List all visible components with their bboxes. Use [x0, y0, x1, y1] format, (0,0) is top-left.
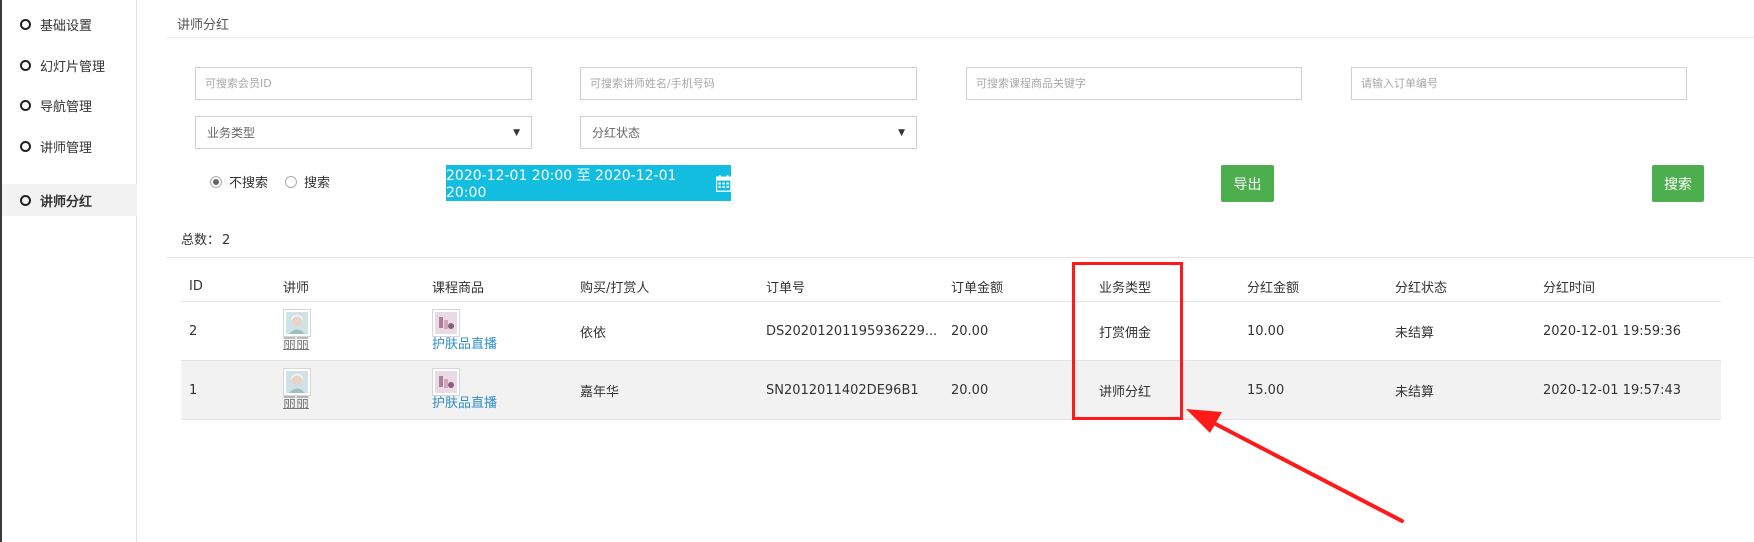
col-order-no: 订单号 [766, 281, 806, 296]
course-thumbnail[interactable] [432, 309, 460, 337]
row-id: 2 [189, 323, 198, 339]
order-no-cell: DS20201201195936229... [766, 323, 936, 339]
order-number-input[interactable] [1351, 67, 1687, 100]
export-button[interactable]: 导出 [1221, 165, 1274, 202]
caret-down-icon: ▼ [513, 127, 520, 138]
circle-icon [20, 194, 31, 206]
total-label: 总数： [181, 233, 221, 248]
buyer-cell: 嘉年华 [580, 384, 620, 400]
radio-search[interactable]: 搜索 [285, 172, 330, 191]
teacher-cell: 丽丽 [283, 302, 311, 360]
sidebar-item-label: 讲师分红 [40, 194, 93, 210]
radio-search-label: 搜索 [304, 176, 331, 191]
sidebar-item-label: 基础设置 [40, 18, 93, 34]
avatar-image-icon [286, 371, 308, 393]
sidebar-item-teacher-dividend[interactable]: 讲师分红 [2, 184, 137, 216]
col-teacher: 讲师 [283, 281, 310, 296]
product-image-icon [435, 371, 457, 393]
course-thumbnail[interactable] [432, 368, 460, 396]
time-cell: 2020-12-01 19:57:43 [1543, 382, 1682, 398]
radio-no-search[interactable]: 不搜索 [210, 172, 268, 191]
radio-checked-icon [210, 175, 222, 188]
dividend-cell: 15.00 [1247, 382, 1285, 398]
course-cell: 护肤品直播 [432, 361, 497, 419]
buyer-cell: 依依 [580, 325, 607, 341]
teacher-avatar[interactable] [283, 368, 311, 396]
course-cell: 护肤品直播 [432, 302, 497, 360]
teacher-cell: 丽丽 [283, 361, 311, 419]
dividend-cell: 10.00 [1247, 323, 1285, 339]
amount-cell: 20.00 [951, 323, 989, 339]
order-no-cell: SN2012011402DE96B1 [766, 382, 919, 398]
col-business-type: 业务类型 [1099, 281, 1152, 296]
col-dividend: 分红金额 [1247, 281, 1300, 296]
status-cell: 未结算 [1395, 325, 1435, 341]
course-link[interactable]: 护肤品直播 [432, 337, 497, 353]
col-time: 分红时间 [1543, 281, 1596, 296]
sidebar-item-slides[interactable]: 幻灯片管理 [2, 49, 137, 81]
amount-cell: 20.00 [951, 382, 989, 398]
dividend-status-value: 分红状态 [592, 126, 641, 140]
total-count: 总数： 2 [181, 229, 230, 248]
teacher-name[interactable]: 丽丽 [283, 337, 309, 353]
page-title: 讲师分红 [177, 18, 230, 33]
course-search-input[interactable] [966, 67, 1302, 100]
sidebar: 基础设置 幻灯片管理 导航管理 讲师管理 讲师分红 [0, 0, 137, 542]
sidebar-item-label: 讲师管理 [40, 140, 93, 156]
calendar-icon [715, 174, 731, 192]
table-header: ID 讲师 课程商品 购买/打赏人 订单号 订单金额 业务类型 分红金额 分红状… [181, 272, 1721, 302]
search-button[interactable]: 搜索 [1652, 165, 1704, 202]
summary-divider [166, 257, 1754, 258]
title-divider [166, 37, 1754, 38]
time-cell: 2020-12-01 19:59:36 [1543, 323, 1682, 339]
sidebar-item-basic-settings[interactable]: 基础设置 [2, 8, 137, 40]
dividend-table: ID 讲师 课程商品 购买/打赏人 订单号 订单金额 业务类型 分红金额 分红状… [181, 272, 1721, 420]
col-status: 分红状态 [1395, 281, 1448, 296]
table-row: 1 丽丽 护肤品直播 嘉年华 SN2012011402DE96B1 20.00 … [181, 361, 1721, 420]
business-type-cell: 打赏佣金 [1099, 325, 1152, 341]
teacher-avatar[interactable] [283, 309, 311, 337]
teacher-name[interactable]: 丽丽 [283, 396, 309, 412]
business-type-cell: 讲师分红 [1099, 384, 1152, 400]
app-root: 基础设置 幻灯片管理 导航管理 讲师管理 讲师分红 讲师分红 业务类型 ▼ 分红… [0, 0, 1754, 542]
business-type-value: 业务类型 [207, 126, 256, 140]
row-id: 1 [189, 382, 198, 398]
product-image-icon [435, 312, 457, 334]
col-buyer: 购买/打赏人 [580, 281, 650, 296]
radio-unchecked-icon [285, 175, 297, 188]
dividend-status-select[interactable]: 分红状态 ▼ [580, 116, 917, 149]
avatar-image-icon [286, 312, 308, 334]
sidebar-item-navigation[interactable]: 导航管理 [2, 89, 137, 121]
col-id: ID [189, 279, 203, 294]
circle-icon [20, 18, 31, 30]
date-range-text: 2020-12-01 20:00 至 2020-12-01 20:00 [446, 168, 677, 201]
status-cell: 未结算 [1395, 384, 1435, 400]
circle-icon [20, 59, 31, 71]
radio-no-search-label: 不搜索 [229, 176, 269, 191]
sidebar-item-label: 幻灯片管理 [40, 59, 106, 75]
col-amount: 订单金额 [951, 281, 1004, 296]
total-value: 2 [222, 233, 231, 248]
course-link[interactable]: 护肤品直播 [432, 396, 497, 412]
circle-icon [20, 99, 31, 111]
sidebar-item-teachers[interactable]: 讲师管理 [2, 130, 137, 162]
col-course: 课程商品 [432, 281, 485, 296]
business-type-select[interactable]: 业务类型 ▼ [195, 116, 532, 149]
sidebar-item-label: 导航管理 [40, 99, 93, 115]
table-row: 2 丽丽 护肤品直播 依依 DS20201201195936229... 20.… [181, 302, 1721, 361]
member-id-input[interactable] [195, 67, 532, 100]
caret-down-icon: ▼ [898, 127, 905, 138]
circle-icon [20, 140, 31, 152]
teacher-search-input[interactable] [580, 67, 917, 100]
date-range-picker[interactable]: 2020-12-01 20:00 至 2020-12-01 20:00 [446, 165, 731, 201]
